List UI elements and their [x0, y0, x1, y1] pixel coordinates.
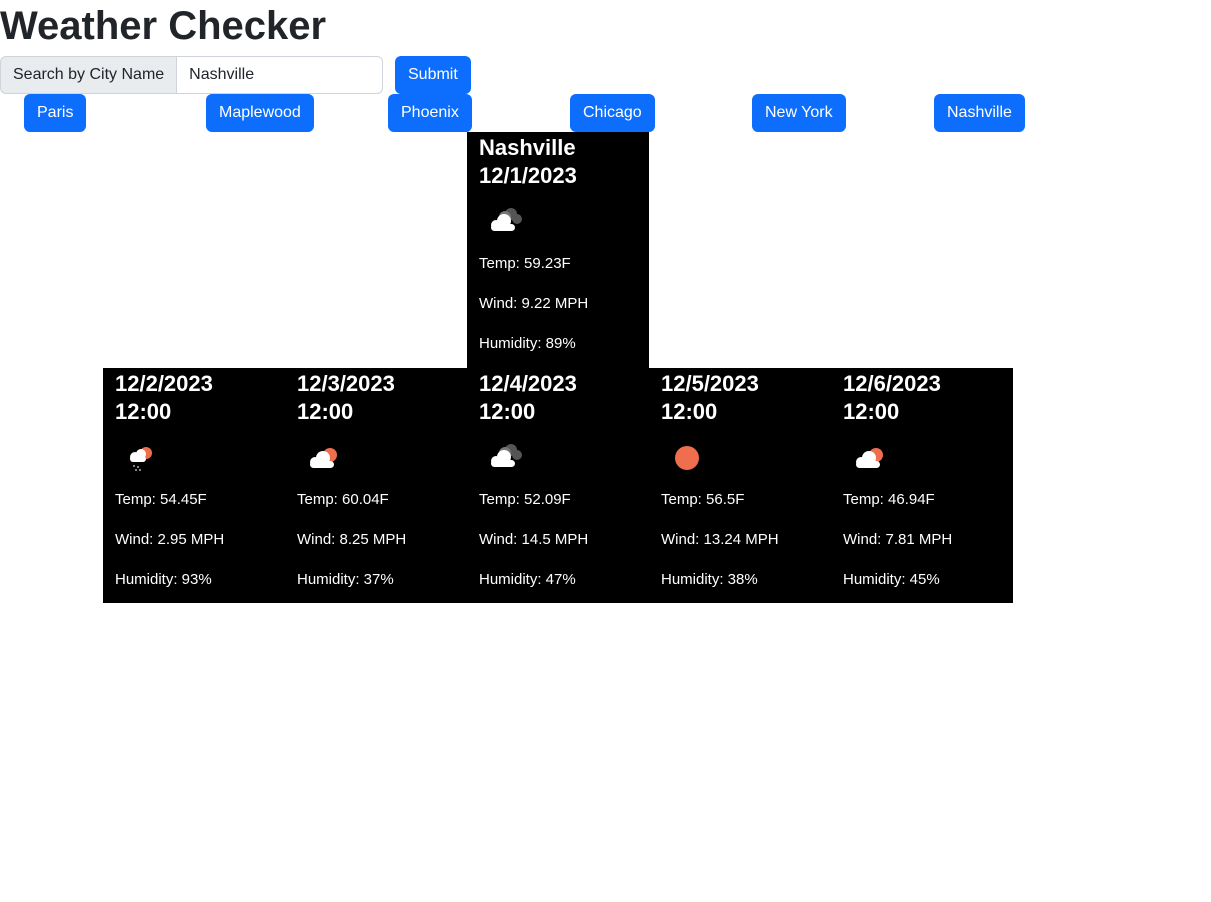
forecast-card: 12/2/2023 12:00 Temp: 54.45F Wind: 2.95 …	[103, 368, 285, 603]
forecast-date: 12/4/2023	[479, 371, 577, 396]
broken-clouds-icon	[491, 444, 522, 467]
current-wind: Wind: 9.22 MPH	[479, 295, 589, 312]
history-button-chicago[interactable]: Chicago	[570, 94, 655, 132]
search-input[interactable]	[176, 56, 384, 94]
forecast-heading: 12/2/2023 12:00	[115, 368, 273, 426]
current-city: Nashville	[479, 135, 576, 160]
forecast-time: 12:00	[115, 399, 172, 424]
history-button-phoenix[interactable]: Phoenix	[388, 94, 472, 132]
forecast-wind: Wind: 2.95 MPH	[115, 531, 225, 548]
forecast-humidity: Humidity: 47%	[479, 571, 576, 588]
forecast-temp: Temp: 52.09F	[479, 491, 571, 508]
forecast-time: 12:00	[843, 399, 900, 424]
forecast-humidity: Humidity: 45%	[843, 571, 940, 588]
forecast-time: 12:00	[479, 399, 536, 424]
forecast-date: 12/2/2023	[115, 371, 213, 396]
broken-clouds-icon	[491, 208, 522, 231]
history-button-nashville[interactable]: Nashville	[934, 94, 1025, 132]
forecast-time: 12:00	[297, 399, 354, 424]
clear-sun-icon	[675, 446, 699, 470]
partly-cloudy-icon	[310, 448, 337, 468]
current-date: 12/1/2023	[479, 163, 577, 188]
page-title: Weather Checker	[0, 4, 327, 48]
current-weather-card: Nashville 12/1/2023 Temp: 59.23F Wind: 9…	[467, 132, 649, 368]
forecast-humidity: Humidity: 37%	[297, 571, 394, 588]
forecast-wind: Wind: 8.25 MPH	[297, 531, 407, 548]
forecast-temp: Temp: 56.5F	[661, 491, 745, 508]
forecast-card: 12/6/2023 12:00 Temp: 46.94F Wind: 7.81 …	[831, 368, 1013, 603]
rain-icon	[130, 447, 152, 471]
submit-button[interactable]: Submit	[395, 56, 471, 94]
forecast-temp: Temp: 60.04F	[297, 491, 389, 508]
history-button-paris[interactable]: Paris	[24, 94, 87, 132]
history-button-maplewood[interactable]: Maplewood	[206, 94, 314, 132]
search-group: Search by City Name	[0, 56, 384, 94]
forecast-wind: Wind: 13.24 MPH	[661, 531, 779, 548]
forecast-card: 12/3/2023 12:00 Temp: 60.04F Wind: 8.25 …	[285, 368, 467, 603]
forecast-date: 12/6/2023	[843, 371, 941, 396]
forecast-card: 12/4/2023 12:00 Temp: 52.09F Wind: 14.5 …	[467, 368, 649, 603]
forecast-heading: 12/6/2023 12:00	[843, 368, 1001, 426]
forecast-date: 12/5/2023	[661, 371, 759, 396]
forecast-humidity: Humidity: 93%	[115, 571, 212, 588]
current-humidity: Humidity: 89%	[479, 335, 576, 352]
history-button-new-york[interactable]: New York	[752, 94, 846, 132]
current-temp: Temp: 59.23F	[479, 255, 571, 272]
current-heading: Nashville 12/1/2023	[479, 132, 637, 190]
search-label: Search by City Name	[0, 56, 177, 94]
forecast-row: 12/2/2023 12:00 Temp: 54.45F Wind: 2.95 …	[103, 368, 1013, 603]
forecast-temp: Temp: 54.45F	[115, 491, 207, 508]
forecast-wind: Wind: 7.81 MPH	[843, 531, 953, 548]
forecast-temp: Temp: 46.94F	[843, 491, 935, 508]
forecast-heading: 12/4/2023 12:00	[479, 368, 637, 426]
forecast-wind: Wind: 14.5 MPH	[479, 531, 589, 548]
forecast-time: 12:00	[661, 399, 718, 424]
forecast-heading: 12/3/2023 12:00	[297, 368, 455, 426]
forecast-humidity: Humidity: 38%	[661, 571, 758, 588]
forecast-card: 12/5/2023 12:00 Temp: 56.5F Wind: 13.24 …	[649, 368, 831, 603]
forecast-heading: 12/5/2023 12:00	[661, 368, 819, 426]
partly-cloudy-icon	[856, 448, 883, 468]
forecast-date: 12/3/2023	[297, 371, 395, 396]
